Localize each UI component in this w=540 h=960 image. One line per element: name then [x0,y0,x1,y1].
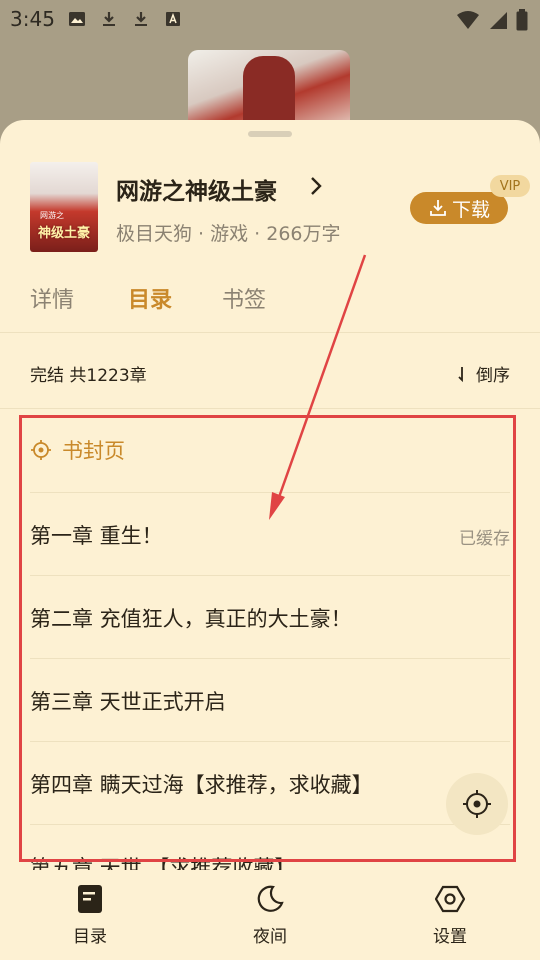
sheet-drag-handle[interactable] [248,131,292,137]
tab-details[interactable]: 详情 [30,282,74,314]
download-icon [132,10,150,28]
locate-current-button[interactable] [446,773,508,835]
signal-icon [488,10,508,34]
catalog-summary: 完结 共1223章 [30,366,147,386]
chapter-title: 第四章 瞒天过海【求推荐，求收藏】 [30,773,373,797]
nav-catalog[interactable]: 目录 [50,884,130,947]
sort-arrow-icon [458,366,463,382]
download-icon [100,10,118,28]
chapter-row[interactable]: 第二章 充值狂人，真正的大土豪！ [30,575,510,658]
status-time: 3:45 [10,7,55,31]
tab-bookmarks[interactable]: 书签 [222,282,266,314]
nav-settings-label: 设置 [433,927,467,947]
chapter-title: 第五章 天世 【求推荐收藏】 [30,856,296,870]
settings-icon [434,885,466,913]
locate-icon [31,440,51,460]
book-meta: 极目天狗 · 游戏 · 266万字 [116,223,341,245]
cached-status: 已缓存 [459,529,510,549]
crosshair-icon [463,790,491,818]
cover-page-item[interactable]: 书封页 [30,430,125,470]
sort-label: 倒序 [476,366,510,386]
battery-icon [516,9,528,35]
chapter-row[interactable]: 第四章 瞒天过海【求推荐，求收藏】 [30,741,510,824]
chapter-title: 第三章 天世正式开启 [30,690,226,714]
cover-page-label: 书封页 [62,439,125,463]
chapter-title: 第二章 充值狂人，真正的大土豪！ [30,607,352,631]
book-cover-image[interactable]: 网游之 神级土豪 [30,162,98,252]
tab-bar: 详情 目录 书签 [0,282,540,334]
notification-icons [68,10,182,28]
vip-badge: VIP [490,175,530,197]
wifi-icon [456,10,480,34]
tabs-divider [0,332,540,333]
nav-night-mode[interactable]: 夜间 [230,884,310,947]
nav-catalog-label: 目录 [73,927,107,947]
catalog-sheet: 网游之 神级土豪 网游之神级土豪 极目天狗 · 游戏 · 266万字 下载 VI… [0,120,540,960]
download-icon [430,200,446,216]
bottom-nav: 目录 夜间 设置 [0,872,540,960]
status-bar: 3:45 [0,0,540,40]
cover-title-text: 神级土豪 [37,226,90,241]
chevron-right-icon[interactable] [306,174,326,198]
system-icons [456,9,528,35]
sort-toggle[interactable]: 倒序 [458,361,510,386]
book-title[interactable]: 网游之神级土豪 [116,172,277,206]
chapter-row[interactable]: 第五章 天世 【求推荐收藏】 [30,824,510,870]
nav-settings[interactable]: 设置 [410,884,490,947]
font-icon [164,10,182,28]
book-icon [78,885,102,913]
chapter-row[interactable]: 第三章 天世正式开启 [30,658,510,741]
download-label: 下载 [451,198,490,221]
cover-subtitle-text: 网游之 [40,211,64,220]
chapter-row[interactable]: 第一章 重生！ 已缓存 [30,492,510,575]
tab-catalog[interactable]: 目录 [128,282,172,314]
nav-night-label: 夜间 [253,927,287,947]
summary-divider [0,408,540,409]
moon-icon [257,885,284,912]
background-book-cover [188,50,350,130]
chapter-title: 第一章 重生！ [30,524,163,548]
image-icon [68,10,86,28]
download-button[interactable]: 下载 [410,192,508,224]
